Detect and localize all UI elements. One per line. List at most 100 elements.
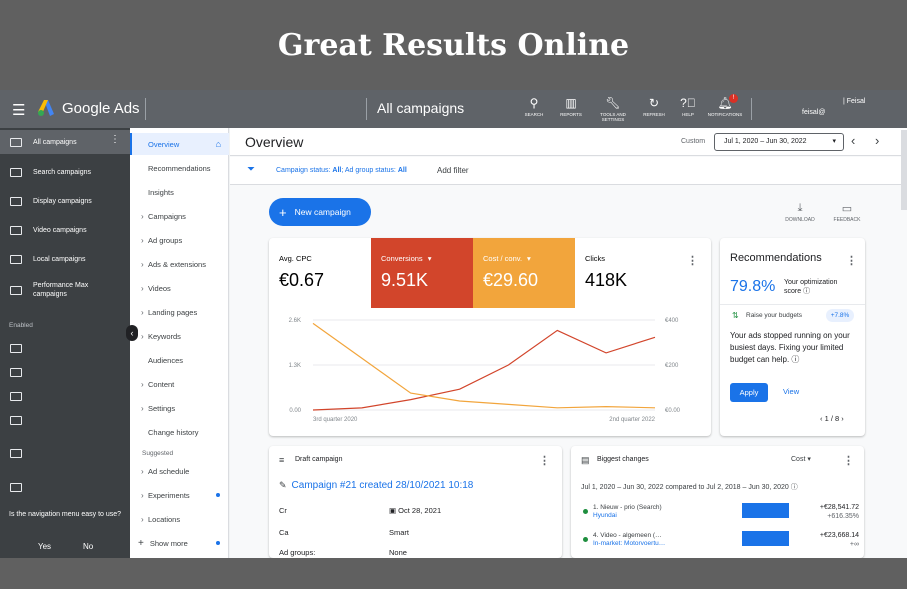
reports-button[interactable]: ▥ REPORTS <box>553 96 589 117</box>
menu-change-history[interactable]: Change history <box>130 421 229 443</box>
active-filters[interactable]: Campaign status: All; Ad group status: A… <box>276 167 407 174</box>
apply-button[interactable]: Apply <box>730 383 768 402</box>
feedback-yes-button[interactable]: Yes <box>38 542 51 551</box>
help-button[interactable]: ?⃝ HELP <box>670 96 706 117</box>
more-vert-icon[interactable]: ⋮ <box>110 134 120 145</box>
google-ads-window: ☰ Google Ads All campaigns ⚲ SEARCH ▥ RE… <box>0 90 907 558</box>
score-uplift-badge: +7.8% <box>826 309 854 322</box>
chevron-right-icon[interactable]: › <box>839 414 844 423</box>
feedback-no-button[interactable]: No <box>83 542 93 551</box>
nav-label: Local campaigns <box>33 255 86 263</box>
comparison-range: Jul 1, 2020 – Jun 30, 2022 compared to J… <box>581 482 798 492</box>
nav-all-campaigns[interactable]: All campaigns ⋮ <box>0 130 130 154</box>
account-email[interactable]: feisal@ <box>802 109 825 116</box>
help-icon[interactable]: ⓘ <box>791 484 798 491</box>
menu-ad-groups[interactable]: Ad groups <box>130 229 229 251</box>
metric-selector[interactable]: Cost ▾ <box>791 455 811 463</box>
metric-avg-cpc[interactable]: Avg. CPC €0.67 <box>269 238 371 308</box>
notification-badge: ! <box>729 94 738 103</box>
scrollbar[interactable] <box>901 130 907 210</box>
previous-period-icon[interactable]: ‹ <box>851 133 855 148</box>
metric-value: €0.67 <box>279 270 325 290</box>
refresh-button[interactable]: ↻ REFRESH <box>636 96 672 117</box>
metric-conversions[interactable]: Conversions ▾ 9.51K <box>371 238 473 308</box>
filter-icon[interactable]: ⏷ <box>247 164 255 175</box>
menu-ad-schedule[interactable]: Ad schedule <box>130 460 229 482</box>
menu-insights[interactable]: Insights <box>130 181 229 203</box>
view-button[interactable]: View <box>783 387 799 396</box>
comparison-text: Jul 1, 2020 – Jun 30, 2022 compared to J… <box>581 484 789 491</box>
change-row[interactable]: 1. Nieuw - prio (Search) Hyundai +€28,541… <box>581 503 861 527</box>
search-campaign-icon[interactable] <box>10 392 22 401</box>
campaign-selector[interactable]: All campaigns <box>377 100 464 116</box>
nav-display-campaigns[interactable]: Display campaigns <box>0 189 130 213</box>
menu-audiences[interactable]: Audiences <box>130 349 229 371</box>
menu-ads-extensions[interactable]: Ads & extensions <box>130 253 229 275</box>
page-headline: Great Results Online <box>277 28 630 63</box>
menu-label: Show more <box>149 538 188 548</box>
more-vert-icon[interactable]: ⋮ <box>843 454 854 467</box>
nav-search-campaigns[interactable]: Search campaigns <box>0 160 130 184</box>
display-icon[interactable] <box>10 483 22 492</box>
search-campaign-icon[interactable] <box>10 344 22 353</box>
draft-icon: ≡ <box>279 455 285 465</box>
display-icon[interactable] <box>10 449 22 458</box>
info-icon[interactable]: ⓘ <box>791 355 799 364</box>
tools-and-settings-button[interactable]: 🔧︎ TOOLS AND SETTINGS <box>595 96 631 122</box>
nav-performance-max-campaigns[interactable]: Performance Max campaigns <box>0 276 130 304</box>
more-vert-icon[interactable]: ⋮ <box>539 454 550 467</box>
divider <box>145 98 146 120</box>
menu-campaigns[interactable]: Campaigns <box>130 205 229 227</box>
main-content: Overview Custom Jul 1, 2020 – Jun 30, 20… <box>230 128 907 558</box>
metric-cost-per-conv[interactable]: Cost / conv. ▾ €29.60 <box>473 238 575 308</box>
add-filter-button[interactable]: Add filter <box>437 166 469 175</box>
info-icon[interactable]: ⓘ <box>803 288 810 295</box>
display-icon[interactable] <box>10 416 22 425</box>
download-button[interactable]: ⤓ DOWNLOAD <box>780 202 820 223</box>
search-button[interactable]: ⚲ SEARCH <box>516 96 552 117</box>
help-label: HELP <box>682 112 694 117</box>
menu-label: Change history <box>148 427 199 437</box>
recommendation-pager: ‹ 1 / 8 › <box>820 414 844 423</box>
divider <box>751 98 752 120</box>
ad-group-name: Hyundai <box>593 512 617 519</box>
nav-video-campaigns[interactable]: Video campaigns <box>0 218 130 242</box>
nav-local-campaigns[interactable]: Local campaigns <box>0 247 130 271</box>
next-period-icon[interactable]: › <box>875 133 879 148</box>
collapse-nav-button[interactable]: ‹ <box>126 325 138 341</box>
more-vert-icon[interactable]: ⋮ <box>687 254 698 267</box>
menu-keywords[interactable]: Keywords <box>130 325 229 347</box>
account-name[interactable]: | Feisal <box>843 98 865 105</box>
menu-videos[interactable]: Videos <box>130 277 229 299</box>
menu-overview[interactable]: Overview ⌂ <box>130 133 229 155</box>
more-vert-icon[interactable]: ⋮ <box>846 254 857 267</box>
menu-locations[interactable]: Locations <box>130 508 229 530</box>
search-campaign-icon[interactable] <box>10 368 22 377</box>
metric-selector-label: Cost <box>791 456 806 463</box>
display-icon <box>10 196 22 206</box>
y-tick-label-right: €200 <box>665 363 679 369</box>
status-enabled-icon <box>583 509 588 514</box>
menu-recommendations[interactable]: Recommendations <box>130 157 229 179</box>
change-value: +€28,541.72 +616.35% <box>820 503 859 521</box>
date-range-picker[interactable]: Jul 1, 2020 – Jun 30, 2022 ▾ <box>714 133 844 151</box>
new-campaign-button[interactable]: + New campaign <box>269 198 371 226</box>
ad-groups-label: Ad groups: <box>279 548 316 557</box>
menu-show-more[interactable]: + Show more <box>130 532 229 554</box>
menu-content[interactable]: Content <box>130 373 229 395</box>
refresh-label: REFRESH <box>643 112 665 117</box>
metric-label: Cost / conv. <box>483 254 523 263</box>
change-row[interactable]: 4. Video - algemeen (… In-market: Motorvo… <box>581 531 861 555</box>
menu-landing-pages[interactable]: Landing pages <box>130 301 229 323</box>
menu-settings[interactable]: Settings <box>130 397 229 419</box>
y-tick-label-right: €0.00 <box>665 408 681 414</box>
feedback-label: FEEDBACK <box>833 217 861 223</box>
feedback-button[interactable]: ▭ FEEDBACK <box>827 202 867 223</box>
status-enabled-icon <box>583 537 588 542</box>
menu-label: Keywords <box>148 331 181 341</box>
draft-campaign-link[interactable]: ✎ Campaign #21 created 28/10/2021 10:18 <box>279 480 473 491</box>
menu-experiments[interactable]: Experiments <box>130 484 229 506</box>
metric-clicks[interactable]: Clicks 418K <box>575 238 677 308</box>
hamburger-menu-icon[interactable]: ☰ <box>12 101 25 119</box>
change-percent: +616.35% <box>827 513 859 520</box>
